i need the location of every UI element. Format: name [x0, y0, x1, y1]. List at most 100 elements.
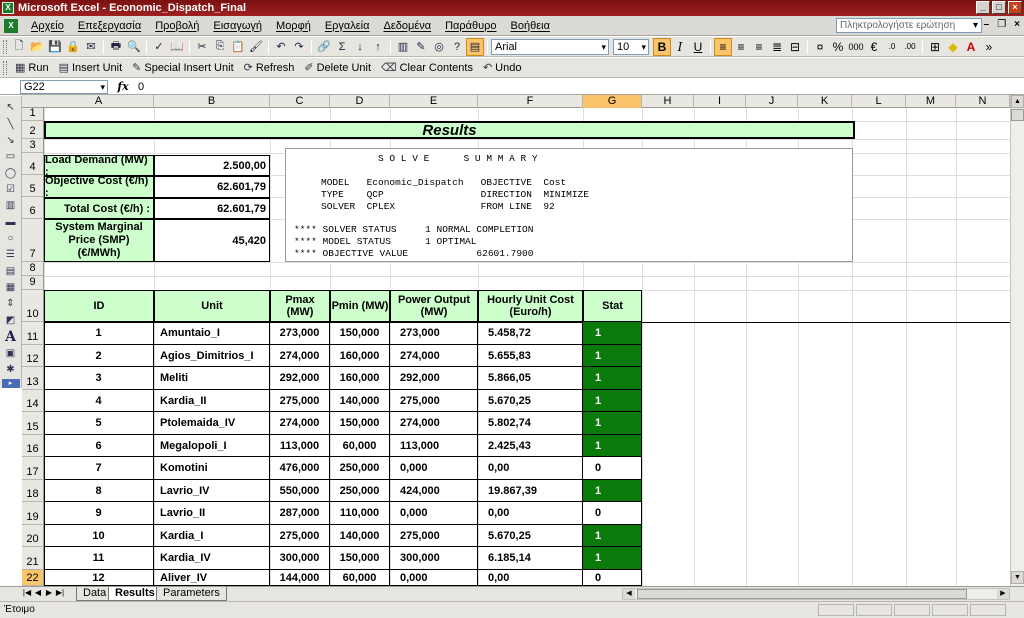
- cell-pmin[interactable]: 150,000: [330, 547, 390, 570]
- cell-unit[interactable]: Kardia_I: [154, 525, 270, 547]
- cell-hourly-cost[interactable]: 0,00: [478, 570, 583, 586]
- vertical-scrollbar[interactable]: ▲ ▼: [1010, 95, 1024, 586]
- tab-parameters[interactable]: Parameters: [156, 587, 227, 601]
- column-header-g[interactable]: G: [583, 95, 642, 108]
- cell-power-output[interactable]: 424,000: [390, 480, 478, 502]
- clear-contents-button[interactable]: ⌫ Clear Contents: [376, 59, 478, 77]
- workbook-minimize-button[interactable]: –: [984, 19, 990, 30]
- scroll-down-icon[interactable]: ▼: [1011, 571, 1024, 584]
- permission-icon[interactable]: 🔒: [64, 38, 82, 56]
- shadow-icon[interactable]: ◩: [3, 312, 19, 327]
- cell-unit[interactable]: Lavrio_II: [154, 502, 270, 525]
- sort-descending-icon[interactable]: ↑: [369, 38, 387, 56]
- column-header-m[interactable]: M: [906, 95, 956, 108]
- horizontal-scroll-thumb[interactable]: [637, 589, 967, 599]
- cell-unit[interactable]: Kardia_IV: [154, 547, 270, 570]
- spelling-icon[interactable]: ✓: [150, 38, 168, 56]
- scrollbar-icon[interactable]: ⇕: [3, 296, 19, 311]
- cell-stat[interactable]: 1: [583, 390, 642, 412]
- cell-hourly-cost[interactable]: 5.802,74: [478, 412, 583, 435]
- column-header-l[interactable]: L: [852, 95, 906, 108]
- cell-unit[interactable]: Agios_Dimitrios_I: [154, 345, 270, 367]
- cell-pmin[interactable]: 160,000: [330, 345, 390, 367]
- cell-id[interactable]: 2: [44, 345, 154, 367]
- row-header[interactable]: 1: [22, 108, 43, 121]
- row-header[interactable]: 11: [22, 322, 43, 345]
- row-header[interactable]: 14: [22, 390, 43, 412]
- chart-wizard-icon[interactable]: ▥: [394, 38, 412, 56]
- cell-id[interactable]: 12: [44, 570, 154, 586]
- row-header[interactable]: 21: [22, 547, 43, 570]
- cell-pmin[interactable]: 150,000: [330, 412, 390, 435]
- column-header-d[interactable]: D: [330, 95, 390, 108]
- column-header-f[interactable]: F: [478, 95, 583, 108]
- workbook-icon[interactable]: X: [4, 18, 18, 33]
- cell-id[interactable]: 6: [44, 435, 154, 457]
- row-header[interactable]: 12: [22, 345, 43, 367]
- cell-unit[interactable]: Amuntaio_I: [154, 322, 270, 345]
- worksheet-grid[interactable]: Results Load Demand (MW) : 2.500,00 Obje…: [44, 108, 1010, 586]
- help-icon[interactable]: ?: [448, 38, 466, 56]
- arrow-icon[interactable]: ↘: [3, 133, 19, 148]
- picture-icon[interactable]: ▣: [3, 346, 19, 361]
- name-box[interactable]: G22: [20, 79, 108, 94]
- font-color-icon[interactable]: A: [962, 38, 980, 56]
- scroll-left-icon[interactable]: ◀: [623, 589, 635, 599]
- cell-power-output[interactable]: 0,000: [390, 502, 478, 525]
- row-header[interactable]: 2: [22, 121, 43, 139]
- comma-style-icon[interactable]: 000: [847, 38, 865, 56]
- cell-pmin[interactable]: 160,000: [330, 367, 390, 390]
- cell-pmax[interactable]: 275,000: [270, 525, 330, 547]
- header-id[interactable]: ID: [44, 290, 154, 322]
- align-center-icon[interactable]: ≡: [732, 38, 750, 56]
- cell-hourly-cost[interactable]: 5.458,72: [478, 322, 583, 345]
- workbook-restore-button[interactable]: ❐: [997, 19, 1006, 30]
- cell-stat[interactable]: 1: [583, 480, 642, 502]
- cell-pmin[interactable]: 60,000: [330, 435, 390, 457]
- list-icon[interactable]: ☰: [3, 247, 19, 262]
- cell-unit[interactable]: Meliti: [154, 367, 270, 390]
- cell-power-output[interactable]: 292,000: [390, 367, 478, 390]
- cell-id[interactable]: 1: [44, 322, 154, 345]
- research-icon[interactable]: 📖: [168, 38, 186, 56]
- row-header[interactable]: 15: [22, 412, 43, 435]
- font-name-select[interactable]: Arial: [491, 38, 609, 55]
- insert-unit-button[interactable]: ▤ Insert Unit: [54, 59, 128, 77]
- header-power-output[interactable]: Power Output (MW): [390, 290, 478, 322]
- cell-hourly-cost[interactable]: 2.425,43: [478, 435, 583, 457]
- cell-id[interactable]: 8: [44, 480, 154, 502]
- scroll-right-icon[interactable]: ▶: [997, 589, 1009, 599]
- drawing-icon[interactable]: ✎: [412, 38, 430, 56]
- run-button[interactable]: ▦ Run: [10, 59, 54, 77]
- wordart-icon[interactable]: A: [3, 329, 19, 345]
- toolbar-grip[interactable]: [3, 39, 7, 54]
- redo-icon[interactable]: ↷: [290, 38, 308, 56]
- menu-help[interactable]: Βοήθεια: [504, 20, 557, 32]
- cell-pmin[interactable]: 60,000: [330, 570, 390, 586]
- column-header-h[interactable]: H: [642, 95, 694, 108]
- cell-unit[interactable]: Megalopoli_I: [154, 435, 270, 457]
- header-stat[interactable]: Stat: [583, 290, 642, 322]
- ask-question-input[interactable]: Πληκτρολογήστε ερώτηση: [836, 18, 982, 33]
- header-pmin[interactable]: Pmin (MW): [330, 290, 390, 322]
- smp-label[interactable]: System Marginal Price (SMP) (€/MWh): [44, 219, 154, 262]
- maximize-button[interactable]: □: [992, 1, 1006, 14]
- merge-center-icon[interactable]: ⊟: [786, 38, 804, 56]
- cell-pmin[interactable]: 150,000: [330, 322, 390, 345]
- cell-id[interactable]: 5: [44, 412, 154, 435]
- line-style-icon[interactable]: ▬: [3, 214, 19, 229]
- row-header[interactable]: 3: [22, 139, 43, 153]
- diagram-icon[interactable]: ✱: [3, 362, 19, 377]
- cell-pmin[interactable]: 250,000: [330, 480, 390, 502]
- currency-icon[interactable]: ¤: [811, 38, 829, 56]
- cut-icon[interactable]: ✂: [193, 38, 211, 56]
- cell-power-output[interactable]: 300,000: [390, 547, 478, 570]
- row-header[interactable]: 18: [22, 480, 43, 502]
- cell-pmax[interactable]: 550,000: [270, 480, 330, 502]
- last-sheet-icon[interactable]: ▶|: [55, 588, 65, 597]
- cell-stat[interactable]: 1: [583, 367, 642, 390]
- column-header-a[interactable]: A: [44, 95, 154, 108]
- scroll-up-icon[interactable]: ▲: [1011, 95, 1024, 108]
- cell-stat[interactable]: 1: [583, 412, 642, 435]
- cell-stat[interactable]: 1: [583, 547, 642, 570]
